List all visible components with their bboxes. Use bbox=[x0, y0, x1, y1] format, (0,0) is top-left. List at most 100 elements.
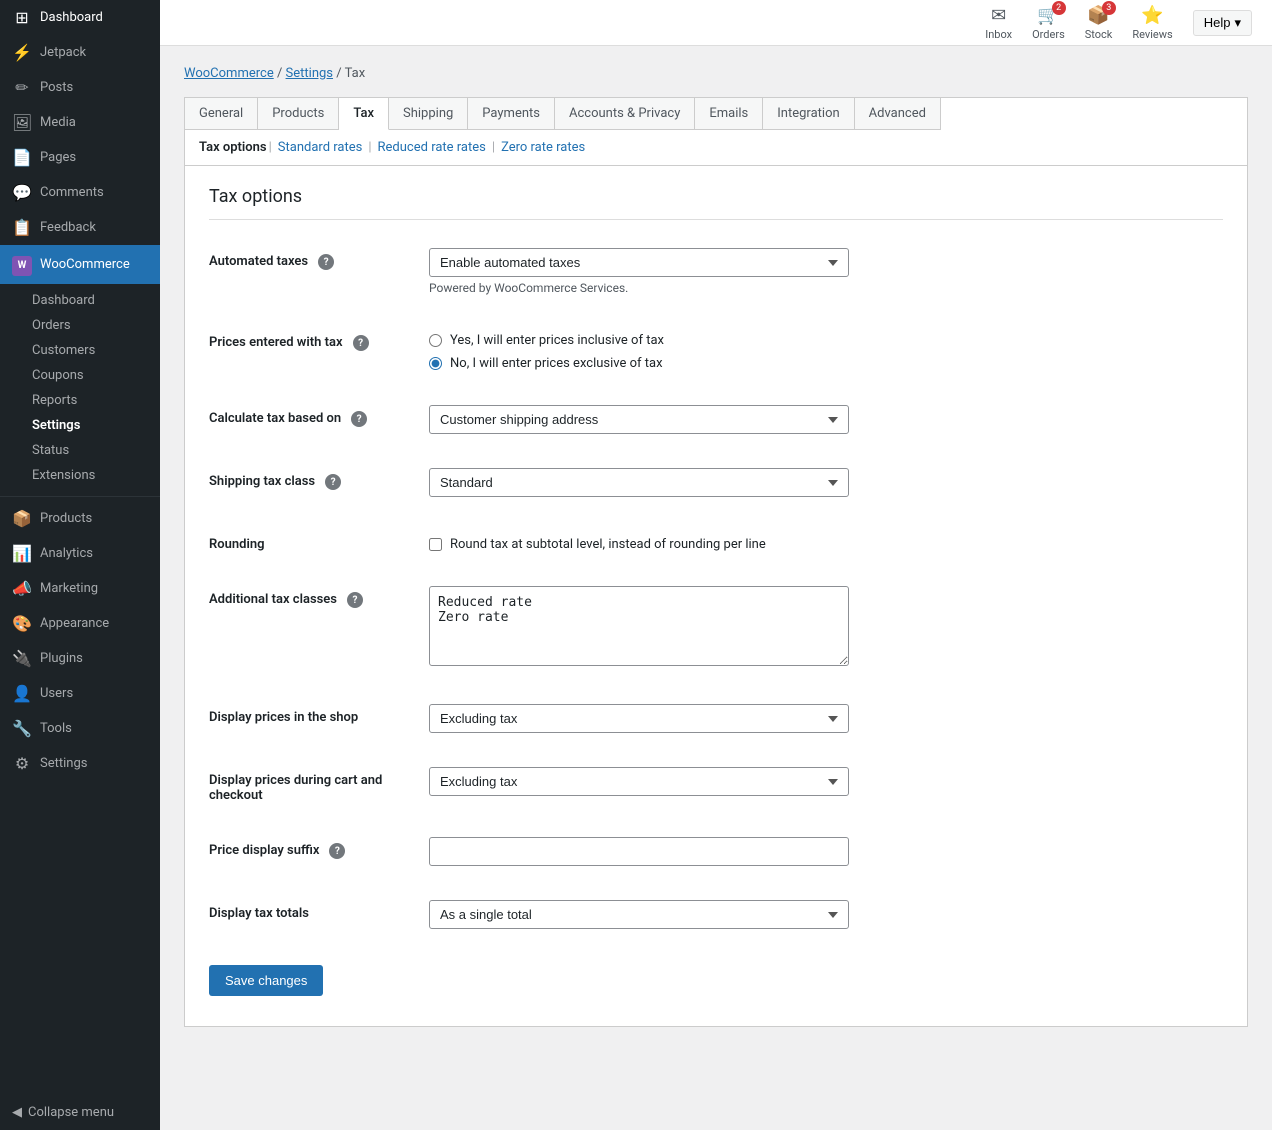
price-display-suffix-help-icon[interactable]: ? bbox=[329, 843, 345, 859]
tab-tax[interactable]: Tax bbox=[339, 98, 389, 130]
media-icon: 🖼 bbox=[12, 113, 32, 132]
automated-taxes-hint: Powered by WooCommerce Services. bbox=[429, 281, 1223, 295]
display-prices-cart-control: Excluding taxIncluding tax bbox=[429, 767, 1223, 796]
sidebar-item-appearance[interactable]: 🎨 Appearance bbox=[0, 606, 160, 641]
sidebar-item-plugins[interactable]: 🔌 Plugins bbox=[0, 641, 160, 676]
orders-badge: 2 bbox=[1052, 1, 1066, 15]
sidebar-item-comments[interactable]: 💬 Comments bbox=[0, 175, 160, 210]
additional-tax-classes-label: Additional tax classes ? bbox=[209, 586, 429, 608]
sidebar-item-woo-orders[interactable]: Orders bbox=[0, 313, 160, 338]
tab-general[interactable]: General bbox=[185, 98, 258, 130]
automated-taxes-help-icon[interactable]: ? bbox=[318, 254, 334, 270]
rounding-checkbox[interactable] bbox=[429, 538, 442, 551]
display-prices-cart-row: Display prices during cart and checkout … bbox=[209, 759, 1223, 811]
sidebar-item-tools[interactable]: 🔧 Tools bbox=[0, 711, 160, 746]
calculate-tax-label: Calculate tax based on ? bbox=[209, 405, 429, 427]
sidebar-item-woocommerce[interactable]: W WooCommerce bbox=[0, 245, 160, 284]
tab-integration[interactable]: Integration bbox=[763, 98, 854, 130]
additional-tax-classes-help-icon[interactable]: ? bbox=[347, 592, 363, 608]
topbar: ✉ Inbox 🛒 2 Orders 📦 3 Stock ⭐ Reviews H… bbox=[160, 0, 1272, 46]
price-display-suffix-label: Price display suffix ? bbox=[209, 837, 429, 859]
rounding-row: Rounding Round tax at subtotal level, in… bbox=[209, 523, 1223, 560]
sidebar-item-woo-extensions[interactable]: Extensions bbox=[0, 463, 160, 488]
tab-emails[interactable]: Emails bbox=[695, 98, 763, 130]
help-button[interactable]: Help ▾ bbox=[1193, 10, 1252, 36]
inbox-button[interactable]: ✉ Inbox bbox=[985, 5, 1012, 41]
prices-with-tax-yes[interactable]: Yes, I will enter prices inclusive of ta… bbox=[429, 333, 1223, 348]
display-prices-cart-select[interactable]: Excluding taxIncluding tax bbox=[429, 767, 849, 796]
sidebar-item-woo-coupons[interactable]: Coupons bbox=[0, 363, 160, 388]
sidebar-item-woo-customers[interactable]: Customers bbox=[0, 338, 160, 363]
display-tax-totals-label: Display tax totals bbox=[209, 900, 429, 921]
prices-with-tax-row: Prices entered with tax ? Yes, I will en… bbox=[209, 321, 1223, 379]
tab-advanced[interactable]: Advanced bbox=[855, 98, 941, 130]
sidebar-item-posts[interactable]: ✏ Posts bbox=[0, 70, 160, 105]
price-display-suffix-input[interactable]: N/A bbox=[429, 837, 849, 866]
sidebar-item-jetpack[interactable]: ⚡ Jetpack bbox=[0, 35, 160, 70]
tab-shipping[interactable]: Shipping bbox=[389, 98, 468, 130]
calculate-tax-select[interactable]: Customer shipping addressCustomer billin… bbox=[429, 405, 849, 434]
save-changes-button[interactable]: Save changes bbox=[209, 965, 323, 996]
sidebar-item-woo-settings[interactable]: Settings bbox=[0, 413, 160, 438]
prices-with-tax-no[interactable]: No, I will enter prices exclusive of tax bbox=[429, 356, 1223, 371]
users-icon: 👤 bbox=[12, 684, 32, 703]
form-title: Tax options bbox=[209, 186, 1223, 220]
sidebar-item-woo-reports[interactable]: Reports bbox=[0, 388, 160, 413]
additional-tax-classes-textarea[interactable]: Reduced rate Zero rate bbox=[429, 586, 849, 666]
breadcrumb-woocommerce[interactable]: WooCommerce bbox=[184, 66, 274, 81]
display-tax-totals-select[interactable]: As a single totalItemized bbox=[429, 900, 849, 929]
sidebar-item-marketing[interactable]: 📣 Marketing bbox=[0, 571, 160, 606]
sidebar-item-users[interactable]: 👤 Users bbox=[0, 676, 160, 711]
dashboard-icon: ⊞ bbox=[12, 8, 32, 27]
shipping-tax-class-select[interactable]: StandardReduced rateZero rate bbox=[429, 468, 849, 497]
prices-with-tax-no-radio[interactable] bbox=[429, 357, 442, 370]
stock-button[interactable]: 📦 3 Stock bbox=[1085, 5, 1113, 41]
breadcrumb-settings[interactable]: Settings bbox=[286, 66, 333, 81]
woocommerce-submenu: Dashboard Orders Customers Coupons Repor… bbox=[0, 284, 160, 492]
pages-icon: 📄 bbox=[12, 148, 32, 167]
tab-accounts-privacy[interactable]: Accounts & Privacy bbox=[555, 98, 695, 130]
sidebar-item-feedback[interactable]: 📋 Feedback bbox=[0, 210, 160, 245]
prices-with-tax-radio-group: Yes, I will enter prices inclusive of ta… bbox=[429, 329, 1223, 371]
tab-products[interactable]: Products bbox=[258, 98, 339, 130]
automated-taxes-control: Enable automated taxesDisable automated … bbox=[429, 248, 1223, 295]
posts-icon: ✏ bbox=[12, 78, 32, 97]
sidebar-item-pages[interactable]: 📄 Pages bbox=[0, 140, 160, 175]
stock-badge: 3 bbox=[1102, 1, 1116, 15]
shipping-tax-class-help-icon[interactable]: ? bbox=[325, 474, 341, 490]
collapse-menu-button[interactable]: ◀ Collapse menu bbox=[0, 1095, 160, 1130]
orders-button[interactable]: 🛒 2 Orders bbox=[1032, 5, 1065, 41]
prices-with-tax-help-icon[interactable]: ? bbox=[353, 335, 369, 351]
sidebar-item-media[interactable]: 🖼 Media bbox=[0, 105, 160, 140]
sidebar-item-woo-status[interactable]: Status bbox=[0, 438, 160, 463]
chevron-down-icon: ▾ bbox=[1234, 15, 1241, 31]
sidebar-item-woo-dashboard[interactable]: Dashboard bbox=[0, 288, 160, 313]
automated-taxes-select[interactable]: Enable automated taxesDisable automated … bbox=[429, 248, 849, 277]
collapse-icon: ◀ bbox=[12, 1105, 22, 1120]
rounding-control: Round tax at subtotal level, instead of … bbox=[429, 531, 1223, 552]
sidebar-item-settings[interactable]: ⚙ Settings bbox=[0, 746, 160, 781]
reviews-button[interactable]: ⭐ Reviews bbox=[1132, 5, 1172, 41]
marketing-icon: 📣 bbox=[12, 579, 32, 598]
sub-nav-zero-rates[interactable]: Zero rate rates bbox=[501, 140, 585, 155]
sub-nav-reduced-rates[interactable]: Reduced rate rates bbox=[378, 140, 486, 155]
prices-with-tax-yes-radio[interactable] bbox=[429, 334, 442, 347]
display-prices-shop-row: Display prices in the shop Excluding tax… bbox=[209, 696, 1223, 741]
sidebar-item-analytics[interactable]: 📊 Analytics bbox=[0, 536, 160, 571]
automated-taxes-label: Automated taxes ? bbox=[209, 248, 429, 270]
calculate-tax-help-icon[interactable]: ? bbox=[351, 411, 367, 427]
calculate-tax-row: Calculate tax based on ? Customer shippi… bbox=[209, 397, 1223, 442]
tab-payments[interactable]: Payments bbox=[468, 98, 555, 130]
display-prices-shop-label: Display prices in the shop bbox=[209, 704, 429, 725]
display-prices-shop-select[interactable]: Excluding taxIncluding tax bbox=[429, 704, 849, 733]
sidebar-item-products[interactable]: 📦 Products bbox=[0, 501, 160, 536]
shipping-tax-class-row: Shipping tax class ? StandardReduced rat… bbox=[209, 460, 1223, 505]
display-tax-totals-control: As a single totalItemized bbox=[429, 900, 1223, 929]
sub-nav-standard-rates[interactable]: Standard rates bbox=[278, 140, 363, 155]
rounding-checkbox-label[interactable]: Round tax at subtotal level, instead of … bbox=[429, 531, 1223, 552]
sidebar-item-dashboard[interactable]: ⊞ Dashboard bbox=[0, 0, 160, 35]
appearance-icon: 🎨 bbox=[12, 614, 32, 633]
prices-with-tax-control: Yes, I will enter prices inclusive of ta… bbox=[429, 329, 1223, 371]
plugins-icon: 🔌 bbox=[12, 649, 32, 668]
content-area: WooCommerce / Settings / Tax General Pro… bbox=[160, 46, 1272, 1047]
